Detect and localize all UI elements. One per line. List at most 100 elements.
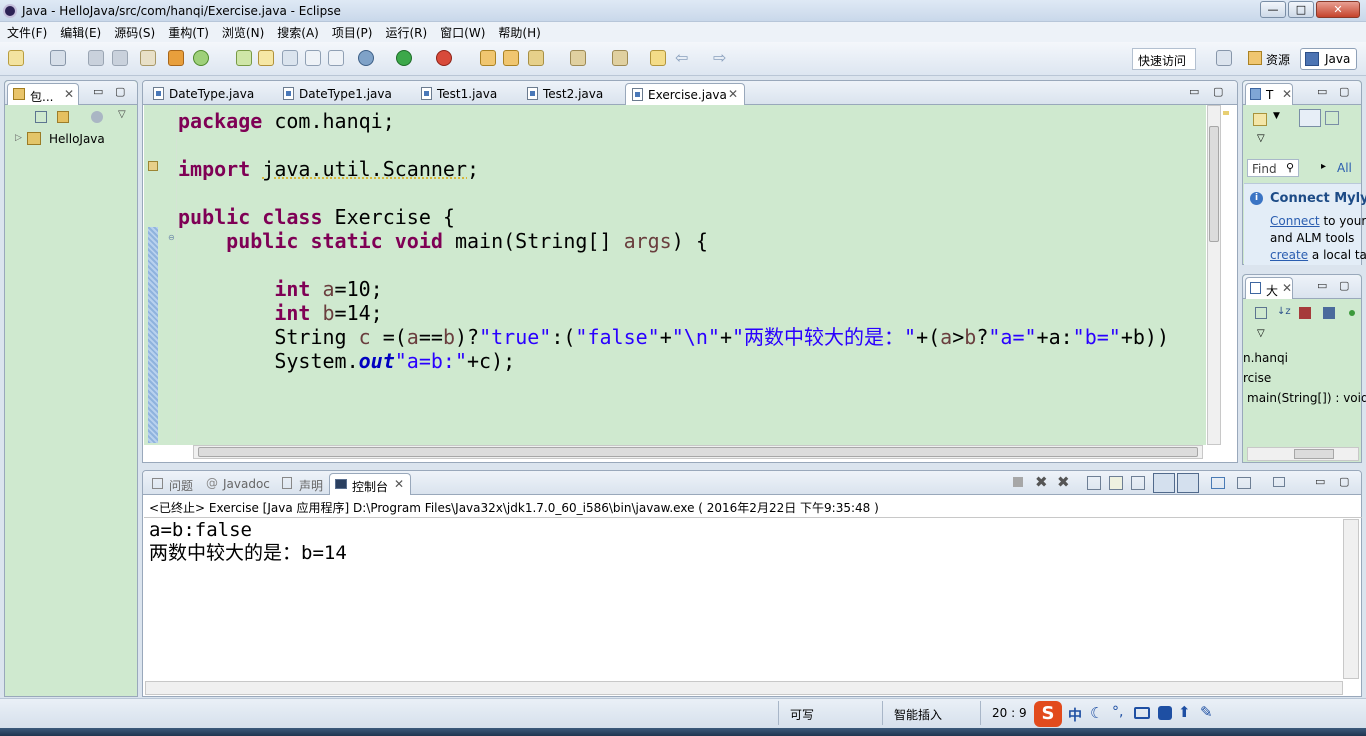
keyboard-icon[interactable] bbox=[1134, 707, 1150, 719]
save-all-icon[interactable] bbox=[112, 50, 128, 66]
tab-exercise[interactable]: Exercise.java ✕ bbox=[625, 83, 745, 105]
display-console-icon[interactable] bbox=[1211, 477, 1225, 489]
scroll-thumb[interactable] bbox=[1294, 449, 1334, 459]
remove-launch-icon[interactable]: ✖ bbox=[1035, 473, 1048, 491]
menu-project[interactable]: 项目(P) bbox=[325, 22, 379, 41]
minimize-view-icon[interactable]: ▭ bbox=[1317, 85, 1327, 98]
scroll-lock-icon[interactable] bbox=[1087, 476, 1101, 490]
word-wrap-icon[interactable] bbox=[1131, 476, 1145, 490]
hide-fields-icon[interactable] bbox=[1299, 307, 1311, 319]
close-tab-icon[interactable]: ✕ bbox=[64, 87, 74, 101]
new-task-icon[interactable] bbox=[1253, 113, 1267, 126]
open-type-icon[interactable] bbox=[236, 50, 252, 66]
menu-run[interactable]: 运行(R) bbox=[378, 22, 433, 41]
toggle-highlight-icon[interactable] bbox=[282, 50, 298, 66]
outline-item-class[interactable]: rcise bbox=[1243, 371, 1271, 385]
maximize-button[interactable]: □ bbox=[1288, 1, 1314, 18]
find-input[interactable]: Find ⚲ bbox=[1247, 159, 1299, 177]
next-annotation-icon[interactable] bbox=[570, 50, 586, 66]
outline-item-method[interactable]: main(String[]) : void bbox=[1247, 391, 1366, 405]
quick-access-input[interactable]: 快速访问 bbox=[1132, 48, 1196, 70]
close-tab-icon[interactable]: ✕ bbox=[728, 87, 738, 101]
menu-file[interactable]: 文件(F) bbox=[0, 22, 53, 41]
new-console-icon[interactable] bbox=[1273, 477, 1285, 487]
punctuation-icon[interactable]: °, bbox=[1112, 704, 1123, 720]
tab-package-explorer[interactable]: 包... ✕ bbox=[7, 83, 79, 105]
tab-declaration[interactable]: 声明 bbox=[277, 473, 333, 495]
ime-logo[interactable]: S bbox=[1034, 701, 1062, 727]
outline-item-package[interactable]: n.hanqi bbox=[1243, 351, 1288, 365]
tab-type-hierarchy[interactable]: T ✕ bbox=[1245, 83, 1293, 105]
tab-outline[interactable]: 大 ✕ bbox=[1245, 277, 1293, 299]
perspective-resource-button[interactable]: 资源 bbox=[1244, 48, 1294, 70]
close-tab-icon[interactable]: ✕ bbox=[1282, 281, 1292, 295]
terminate-icon[interactable] bbox=[1013, 477, 1023, 487]
minimize-view-icon[interactable]: ▭ bbox=[1317, 279, 1327, 292]
open-console-icon[interactable] bbox=[1237, 477, 1251, 489]
minimize-view-icon[interactable]: ▭ bbox=[1189, 85, 1199, 98]
maximize-view-icon[interactable]: ▢ bbox=[1339, 279, 1349, 292]
menu-navigate[interactable]: 浏览(N) bbox=[215, 22, 270, 41]
outline-horizontal-scrollbar[interactable] bbox=[1247, 447, 1359, 461]
scroll-thumb[interactable] bbox=[1209, 126, 1219, 242]
perspective-java-button[interactable]: Java bbox=[1300, 48, 1358, 70]
expand-icon[interactable]: ▸ bbox=[1321, 161, 1326, 172]
overview-warning-marker[interactable] bbox=[1223, 111, 1229, 115]
tab-test1[interactable]: Test1.java bbox=[415, 83, 519, 105]
save-icon[interactable] bbox=[88, 50, 104, 66]
maximize-view-icon[interactable]: ▢ bbox=[1339, 85, 1349, 98]
all-link[interactable]: All bbox=[1337, 161, 1352, 175]
show-whitespace-icon[interactable] bbox=[328, 50, 344, 66]
new-class-icon[interactable] bbox=[50, 50, 66, 66]
focus-icon[interactable] bbox=[91, 111, 103, 123]
back-icon[interactable]: ⇦ bbox=[675, 48, 688, 67]
editor-horizontal-scrollbar[interactable] bbox=[193, 445, 1203, 459]
show-on-output-icon[interactable] bbox=[1177, 473, 1199, 493]
close-tab-icon[interactable]: ✕ bbox=[1282, 87, 1292, 101]
console-output[interactable]: a=b:false 两数中较大的是：b=14 bbox=[149, 519, 347, 565]
new-icon[interactable] bbox=[8, 50, 24, 66]
open-task-icon[interactable] bbox=[503, 50, 519, 66]
create-link[interactable]: create bbox=[1270, 248, 1308, 262]
collapse-all-icon[interactable] bbox=[35, 111, 47, 123]
menu-refactor[interactable]: 重构(T) bbox=[161, 22, 215, 41]
skip-breakpoints-icon[interactable] bbox=[140, 50, 156, 66]
remove-all-icon[interactable]: ✖ bbox=[1057, 473, 1070, 491]
tab-datetype[interactable]: DateType.java bbox=[147, 83, 273, 105]
menu-source[interactable]: 源码(S) bbox=[107, 22, 161, 41]
last-edit-icon[interactable] bbox=[650, 50, 666, 66]
mark-occurrences-icon[interactable] bbox=[258, 50, 274, 66]
shirt-icon[interactable]: ⬆ bbox=[1178, 703, 1191, 721]
search-icon[interactable] bbox=[528, 50, 544, 66]
expand-icon[interactable]: ▷ bbox=[15, 133, 22, 143]
code-text[interactable]: package com.hanqi; import java.util.Scan… bbox=[178, 109, 1169, 373]
hide-static-icon[interactable] bbox=[1323, 307, 1335, 319]
previous-annotation-icon[interactable] bbox=[612, 50, 628, 66]
editor-vertical-scrollbar[interactable] bbox=[1207, 105, 1221, 445]
refresh-icon[interactable] bbox=[193, 50, 209, 66]
console-horizontal-scrollbar[interactable] bbox=[145, 681, 1343, 695]
link-editor-icon[interactable] bbox=[57, 111, 69, 123]
connect-link[interactable]: Connect bbox=[1270, 214, 1320, 228]
wrench-icon[interactable]: ✎ bbox=[1200, 703, 1213, 721]
tab-test2[interactable]: Test2.java bbox=[521, 83, 623, 105]
scheduled-icon[interactable] bbox=[1325, 111, 1339, 125]
tab-datetype1[interactable]: DateType1.java bbox=[277, 83, 413, 105]
menu-edit[interactable]: 编辑(E) bbox=[53, 22, 107, 41]
scroll-thumb[interactable] bbox=[198, 447, 1198, 457]
moon-icon[interactable]: ☾ bbox=[1090, 704, 1103, 722]
build-icon[interactable] bbox=[168, 50, 184, 66]
tab-problems[interactable]: 问题 bbox=[147, 473, 203, 495]
code-area[interactable]: ⊖ package com.hanqi; import java.util.Sc… bbox=[144, 105, 1206, 445]
minimize-view-icon[interactable]: ▭ bbox=[93, 85, 103, 98]
close-button[interactable]: ✕ bbox=[1316, 1, 1360, 18]
collapse-all-icon[interactable] bbox=[1255, 307, 1267, 319]
maximize-view-icon[interactable]: ▢ bbox=[1213, 85, 1223, 98]
tab-javadoc[interactable]: @ Javadoc bbox=[201, 473, 275, 495]
user-icon[interactable] bbox=[1158, 706, 1172, 720]
project-hellojava[interactable]: HelloJava bbox=[49, 132, 105, 146]
minimize-view-icon[interactable]: ▭ bbox=[1315, 475, 1325, 488]
menu-help[interactable]: 帮助(H) bbox=[491, 22, 546, 41]
maximize-view-icon[interactable]: ▢ bbox=[1339, 475, 1349, 488]
run-external-icon[interactable] bbox=[436, 50, 452, 66]
